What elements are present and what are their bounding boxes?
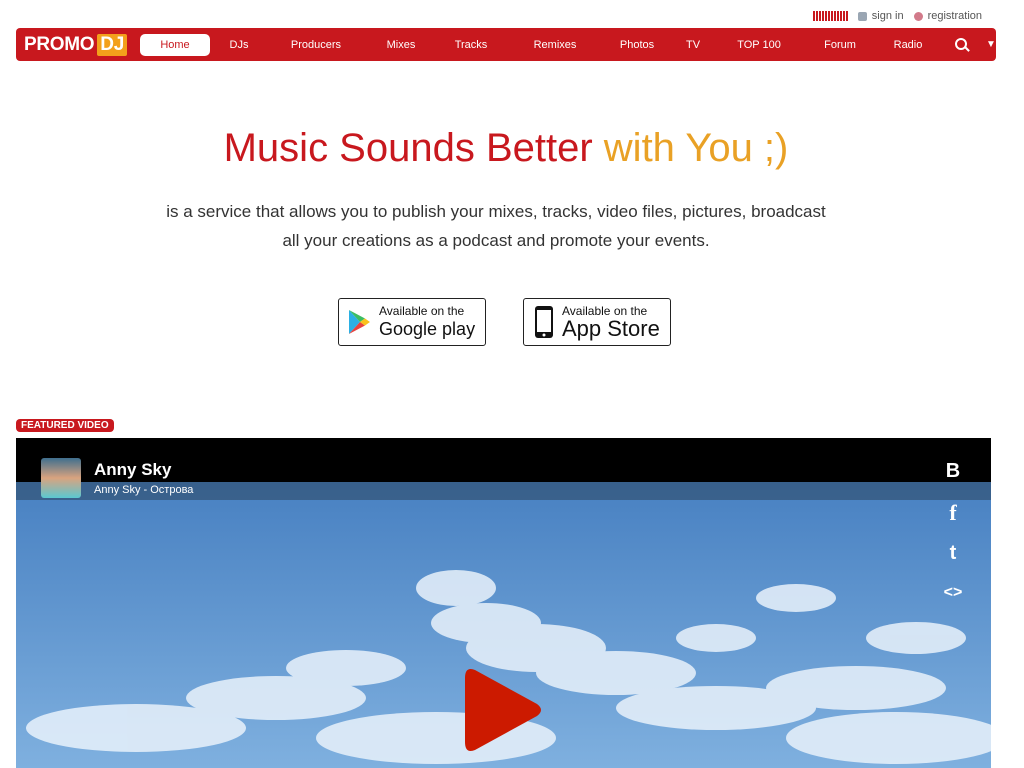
signin-link[interactable]: sign in bbox=[857, 10, 904, 22]
hero-title-main: Music Sounds Better bbox=[223, 126, 593, 170]
nav-radio[interactable]: Radio bbox=[880, 34, 936, 56]
signin-label: sign in bbox=[871, 10, 904, 22]
google-play-button[interactable]: Available on the Google play bbox=[338, 298, 486, 346]
hero-title: Music Sounds Better with You ;) bbox=[0, 126, 1012, 171]
nav-mixes[interactable]: Mixes bbox=[364, 34, 438, 56]
vk-share-icon[interactable]: B bbox=[943, 460, 963, 483]
twitter-share-icon[interactable]: t bbox=[943, 542, 963, 565]
search-icon[interactable] bbox=[954, 37, 970, 53]
nav-tracks[interactable]: Tracks bbox=[438, 34, 504, 56]
app-store-button[interactable]: Available on the App Store bbox=[523, 298, 671, 346]
logo-promo-text: PROMO bbox=[24, 33, 95, 55]
registration-icon bbox=[913, 11, 923, 21]
nav-photos[interactable]: Photos bbox=[606, 34, 668, 56]
main-navigation: PROMO DJ Home DJs Producers Mixes Tracks… bbox=[16, 28, 996, 61]
chevron-down-icon[interactable]: ▼ bbox=[986, 39, 996, 50]
registration-label: registration bbox=[927, 10, 982, 22]
google-play-big-text: Google play bbox=[379, 319, 476, 339]
nav-top100[interactable]: TOP 100 bbox=[718, 34, 800, 56]
nav-producers[interactable]: Producers bbox=[268, 34, 364, 56]
logo-dj-text: DJ bbox=[97, 33, 127, 56]
hero-title-accent: with You ;) bbox=[603, 126, 789, 170]
featured-video-badge: FEATURED VIDEO bbox=[16, 419, 114, 432]
featured-video-player[interactable]: Anny Sky Anny Sky - Острова B f t <> bbox=[16, 438, 991, 768]
iphone-icon bbox=[535, 306, 553, 338]
nav-home[interactable]: Home bbox=[140, 33, 210, 56]
top-utility-bar: sign in registration bbox=[812, 10, 982, 22]
rating-bars-icon bbox=[812, 11, 848, 21]
promodj-logo[interactable]: PROMO DJ bbox=[24, 33, 128, 57]
video-artist-title[interactable]: Anny Sky bbox=[94, 460, 171, 480]
nav-tv[interactable]: TV bbox=[668, 34, 718, 56]
user-icon bbox=[857, 11, 867, 21]
nav-forum[interactable]: Forum bbox=[800, 34, 880, 56]
hero-desc-line1: is a service that allows you to publish … bbox=[166, 202, 826, 221]
hero-description: is a service that allows you to publish … bbox=[60, 197, 932, 255]
google-play-small-text: Available on the bbox=[379, 304, 465, 318]
play-icon[interactable] bbox=[463, 666, 543, 754]
registration-link[interactable]: registration bbox=[913, 10, 982, 22]
video-track-subtitle[interactable]: Anny Sky - Острова bbox=[94, 484, 193, 496]
nav-remixes[interactable]: Remixes bbox=[504, 34, 606, 56]
facebook-share-icon[interactable]: f bbox=[943, 500, 963, 526]
google-play-icon bbox=[349, 310, 370, 334]
hero-desc-line2: all your creations as a podcast and prom… bbox=[282, 231, 710, 250]
artist-avatar[interactable] bbox=[41, 458, 81, 498]
embed-code-icon[interactable]: <> bbox=[940, 584, 966, 602]
nav-djs[interactable]: DJs bbox=[210, 34, 268, 56]
app-store-big-text: App Store bbox=[562, 316, 660, 341]
